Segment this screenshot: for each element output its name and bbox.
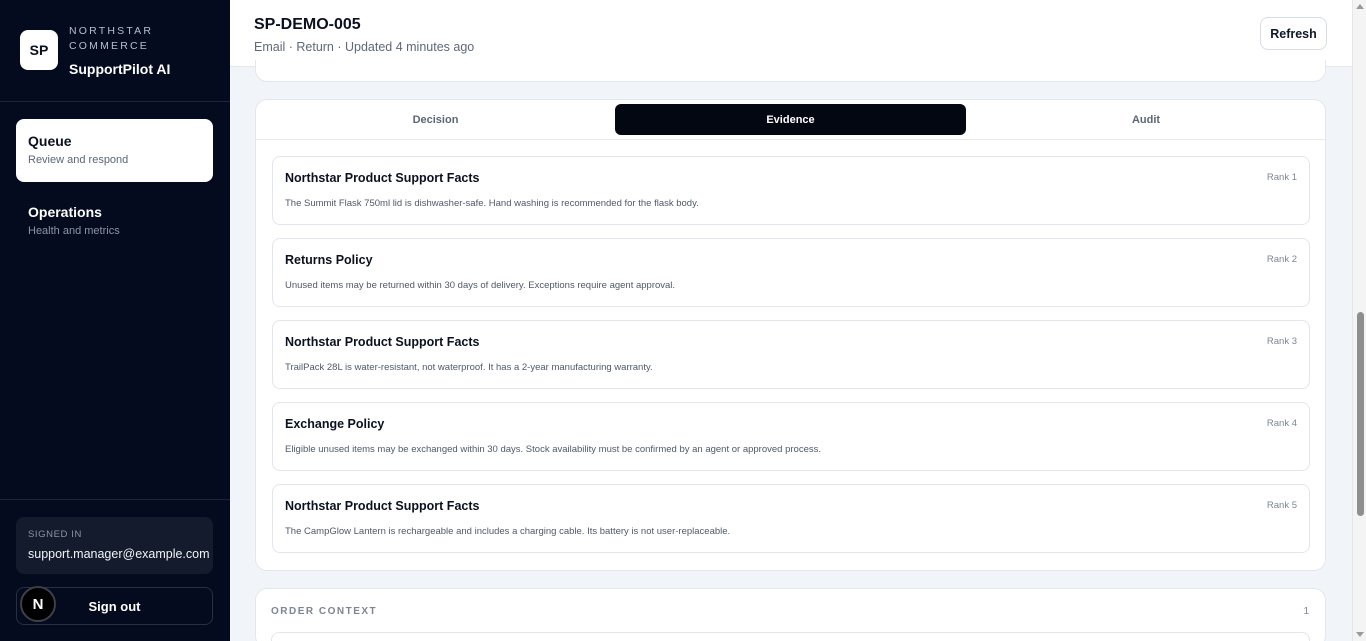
- evidence-title: Northstar Product Support Facts: [285, 335, 480, 349]
- app-logo: SP: [20, 30, 58, 70]
- order-count: 1: [1303, 606, 1309, 617]
- signed-in-panel: SIGNED IN support.manager@example.com: [16, 517, 213, 574]
- section-title: ORDER CONTEXT: [271, 606, 378, 617]
- sidebar-item-queue[interactable]: Queue Review and respond: [16, 119, 213, 182]
- summary-card-bottom: [255, 60, 1326, 82]
- signed-in-label: SIGNED IN: [28, 529, 82, 540]
- sidebar-item-title: Queue: [28, 133, 72, 149]
- evidence-text: The Summit Flask 750ml lid is dishwasher…: [285, 198, 699, 209]
- scroll-up-icon[interactable]: [1356, 4, 1364, 9]
- ticket-meta: Email · Return · Updated 4 minutes ago: [254, 40, 475, 54]
- org-name: NORTHSTAR COMMERCE: [69, 25, 154, 52]
- evidence-item[interactable]: Northstar Product Support Facts Rank 1 T…: [272, 156, 1310, 225]
- app-name: SupportPilot AI: [69, 61, 171, 77]
- sidebar-item-subtitle: Review and respond: [28, 154, 129, 166]
- evidence-title: Northstar Product Support Facts: [285, 499, 480, 513]
- sidebar-item-title: Operations: [28, 204, 102, 220]
- refresh-button[interactable]: Refresh: [1260, 17, 1327, 50]
- evidence-title: Returns Policy: [285, 253, 373, 267]
- evidence-text: Eligible unused items may be exchanged w…: [285, 444, 821, 455]
- order-item[interactable]: [271, 632, 1310, 641]
- page-title: SP-DEMO-005: [254, 16, 361, 33]
- scrollbar-thumb[interactable]: [1357, 312, 1364, 516]
- evidence-rank: Rank 5: [1266, 500, 1297, 511]
- evidence-text: TrailPack 28L is water-resistant, not wa…: [285, 362, 653, 373]
- evidence-text: The CampGlow Lantern is rechargeable and…: [285, 526, 731, 537]
- evidence-rank: Rank 1: [1266, 172, 1297, 183]
- sidebar-divider: [0, 499, 230, 500]
- order-context-card: ORDER CONTEXT 1: [255, 588, 1326, 641]
- sidebar-item-subtitle: Health and metrics: [28, 225, 120, 237]
- evidence-item[interactable]: Northstar Product Support Facts Rank 5 T…: [272, 484, 1310, 553]
- evidence-text: Unused items may be returned within 30 d…: [285, 280, 676, 291]
- sidebar-item-operations[interactable]: Operations Health and metrics: [16, 190, 213, 253]
- evidence-title: Exchange Policy: [285, 417, 385, 431]
- evidence-item[interactable]: Exchange Policy Rank 4 Eligible unused i…: [272, 402, 1310, 471]
- evidence-rank: Rank 2: [1266, 254, 1297, 265]
- tab-bar: Decision Evidence Audit: [256, 100, 1325, 140]
- sidebar-divider: [0, 101, 230, 102]
- brand: SP NORTHSTAR COMMERCE SupportPilot AI: [20, 25, 210, 80]
- evidence-item[interactable]: Northstar Product Support Facts Rank 3 T…: [272, 320, 1310, 389]
- page-header: SP-DEMO-005 Email · Return · Updated 4 m…: [230, 0, 1352, 67]
- sidebar: SP NORTHSTAR COMMERCE SupportPilot AI Qu…: [0, 0, 230, 641]
- user-email: support.manager@example.com: [28, 547, 210, 561]
- details-card: Decision Evidence Audit Northstar Produc…: [255, 99, 1326, 571]
- evidence-title: Northstar Product Support Facts: [285, 171, 480, 185]
- tab-evidence[interactable]: Evidence: [615, 104, 966, 135]
- evidence-item[interactable]: Returns Policy Rank 2 Unused items may b…: [272, 238, 1310, 307]
- tab-audit[interactable]: Audit: [976, 104, 1316, 135]
- scrollbar[interactable]: [1352, 0, 1366, 641]
- scroll-down-icon[interactable]: [1356, 632, 1364, 637]
- evidence-rank: Rank 4: [1266, 418, 1297, 429]
- avatar[interactable]: N: [20, 586, 56, 622]
- tab-decision[interactable]: Decision: [266, 104, 605, 135]
- evidence-rank: Rank 3: [1266, 336, 1297, 347]
